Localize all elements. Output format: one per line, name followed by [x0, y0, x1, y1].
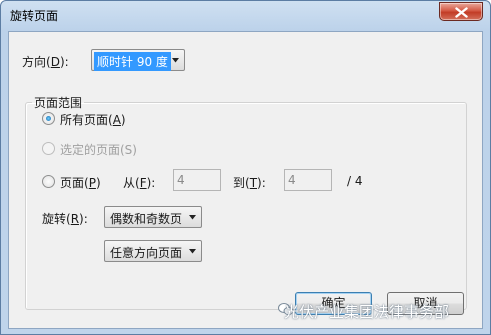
page-orientation-select[interactable]: 任意方向页面 [104, 240, 202, 262]
page-range-title: 页面范围 [34, 96, 83, 110]
direction-select-value: 顺时针 90 度 [94, 52, 171, 71]
total-pages-label: / 4 [347, 174, 363, 188]
rotate-pages-dialog: 旋转页面 方向(D): 顺时针 90 度 页面范围 所有页面(A) 选定的页面(… [0, 0, 491, 335]
rotate-label: 旋转(R): [42, 212, 88, 226]
chevron-down-icon [189, 215, 196, 220]
all-pages-label[interactable]: 所有页面(A) [60, 111, 126, 128]
chevron-down-icon [172, 58, 179, 63]
direction-select[interactable]: 顺时针 90 度 [91, 49, 185, 71]
page-parity-select-value: 偶数和奇数页 [110, 212, 183, 226]
from-page-input[interactable]: 4 [173, 169, 221, 191]
close-icon [455, 7, 468, 18]
watermark: 光伏产业集团法律事务部 [284, 303, 450, 321]
pages-label[interactable]: 页面(P) [60, 174, 101, 191]
close-button[interactable] [439, 2, 483, 21]
title-bar[interactable]: 旋转页面 [1, 1, 490, 31]
page-parity-select[interactable]: 偶数和奇数页 [104, 206, 202, 228]
chevron-down-icon [189, 249, 196, 254]
page-orientation-select-value: 任意方向页面 [110, 246, 183, 260]
dialog-body: 方向(D): 顺时针 90 度 页面范围 所有页面(A) 选定的页面(S) 页面… [8, 31, 483, 329]
window-title: 旋转页面 [10, 9, 59, 23]
from-label: 从(F): [123, 176, 156, 190]
to-page-input[interactable]: 4 [284, 169, 332, 191]
selected-pages-label: 选定的页面(S) [60, 143, 137, 157]
all-pages-radio[interactable] [42, 112, 55, 125]
to-label: 到(T): [233, 176, 266, 190]
selected-pages-radio[interactable] [42, 142, 55, 155]
pages-radio[interactable] [42, 175, 55, 188]
direction-label: 方向(D): [22, 55, 69, 69]
